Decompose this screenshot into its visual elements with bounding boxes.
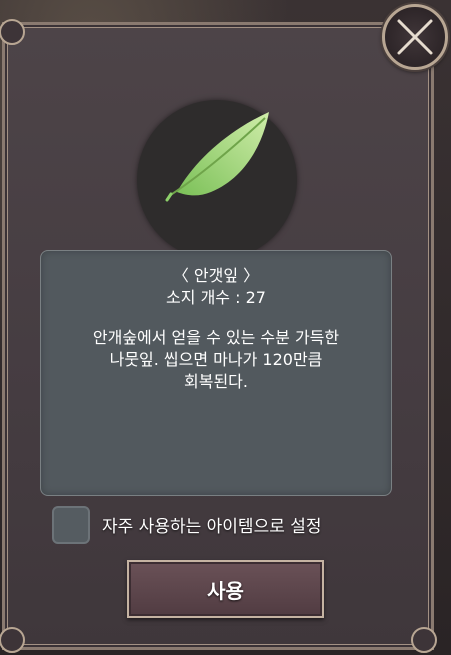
frame-ornament-top-left	[0, 19, 25, 45]
item-name: 〈 안갯잎 〉	[172, 266, 260, 285]
frame-ornament-bottom-right	[411, 627, 437, 653]
close-button[interactable]	[382, 4, 448, 70]
favorite-checkbox-label[interactable]: 자주 사용하는 아이템으로 설정	[102, 512, 322, 537]
close-icon	[397, 19, 433, 55]
favorite-checkbox[interactable]	[52, 506, 90, 544]
use-button[interactable]: 사용	[127, 560, 324, 618]
item-count: 소지 개수 : 27	[166, 288, 266, 307]
leaf-icon	[165, 112, 269, 202]
item-description-panel: 〈 안갯잎 〉 소지 개수 : 27 안개숲에서 얻을 수 있는 수분 가득한 …	[40, 250, 392, 496]
item-description: 안개숲에서 얻을 수 있는 수분 가득한 나뭇잎. 씹으면 마나가 120만큼 …	[92, 328, 340, 391]
use-button-label: 사용	[207, 578, 244, 603]
frame-ornament-bottom-left	[0, 627, 25, 653]
item-icon-frame	[137, 100, 297, 260]
